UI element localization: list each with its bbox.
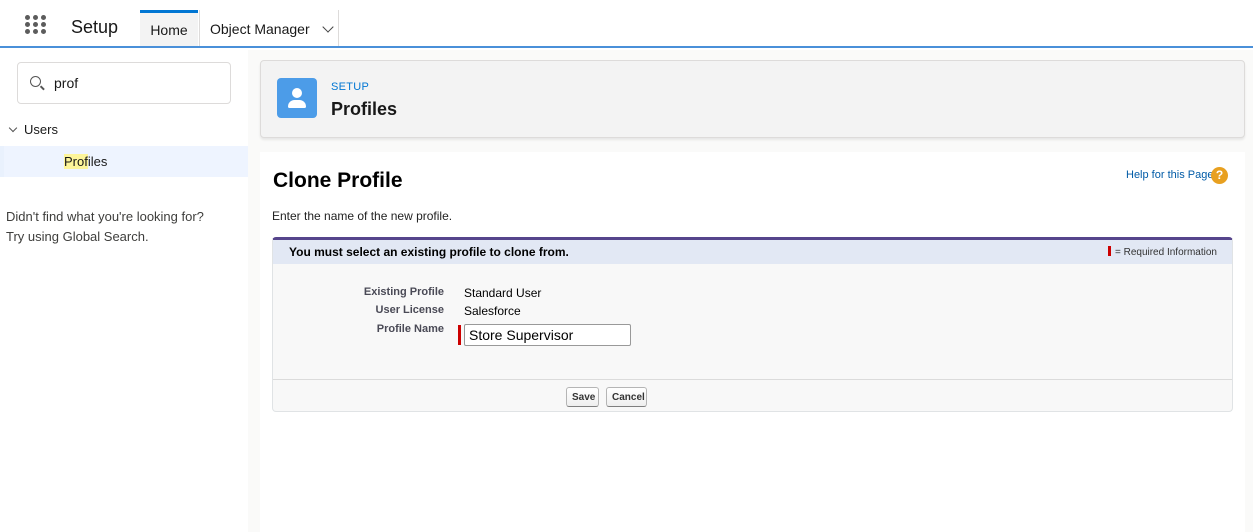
page-title: Profiles (331, 99, 398, 119)
no-results-line-1: Didn't find what you're looking for? (6, 209, 204, 224)
help-icon[interactable]: ? (1211, 167, 1228, 184)
app-launcher-icon[interactable] (25, 15, 46, 35)
global-nav: Setup Home Object Manager (0, 0, 1253, 48)
tree-item-profiles[interactable]: Profiles (0, 146, 248, 177)
tree-item-profiles-label: iles (87, 154, 108, 169)
search-icon (30, 76, 41, 87)
tab-home[interactable]: Home (140, 10, 198, 46)
setup-sidebar: Users Profiles Didn't find what you're l… (0, 50, 248, 532)
app-name: Setup (71, 17, 119, 37)
no-results-hint: Didn't find what you're looking for? Try… (6, 207, 204, 247)
tree-node-users[interactable]: Users (8, 122, 58, 137)
quick-find-box[interactable] (17, 62, 231, 104)
user-profile-icon (277, 78, 317, 118)
chevron-down-icon[interactable] (321, 21, 334, 33)
existing-profile-label: Existing Profile (363, 286, 444, 298)
cancel-button[interactable]: Cancel (606, 387, 647, 407)
profile-name-label: Profile Name (376, 323, 444, 335)
quick-find-input[interactable] (54, 73, 224, 93)
tab-object-manager[interactable]: Object Manager (199, 10, 339, 46)
existing-profile-value: Standard User (464, 286, 542, 300)
chevron-down-icon[interactable] (8, 123, 18, 133)
form-block-header: You must select an existing profile to c… (273, 240, 1232, 264)
setup-page-header: SETUP Profiles (260, 60, 1245, 138)
no-results-line-2: Try using Global Search. (6, 229, 149, 244)
clone-profile-form: You must select an existing profile to c… (272, 237, 1233, 412)
required-legend-text: = Required Information (1114, 247, 1217, 258)
profile-name-input[interactable] (464, 324, 631, 346)
required-indicator-icon (1107, 246, 1111, 256)
required-indicator-icon (458, 325, 461, 345)
save-button[interactable]: Save (566, 387, 599, 407)
user-license-value: Salesforce (464, 304, 521, 318)
button-row: Save Cancel (273, 379, 1232, 412)
clone-profile-panel: Clone Profile Help for this Page ? Enter… (260, 152, 1245, 532)
error-message: You must select an existing profile to c… (289, 245, 569, 259)
tree-node-users-label: Users (24, 122, 58, 137)
tab-object-manager-label: Object Manager (210, 21, 310, 37)
help-link[interactable]: Help for this Page (1126, 169, 1213, 181)
tab-home-label: Home (150, 22, 188, 38)
header-eyebrow: SETUP (331, 81, 370, 93)
search-match-highlight: Prof (64, 154, 88, 169)
form-title: Clone Profile (273, 169, 403, 192)
form-instructions: Enter the name of the new profile. (272, 209, 453, 223)
user-license-label: User License (375, 304, 444, 316)
required-legend: = Required Information (1107, 246, 1217, 258)
